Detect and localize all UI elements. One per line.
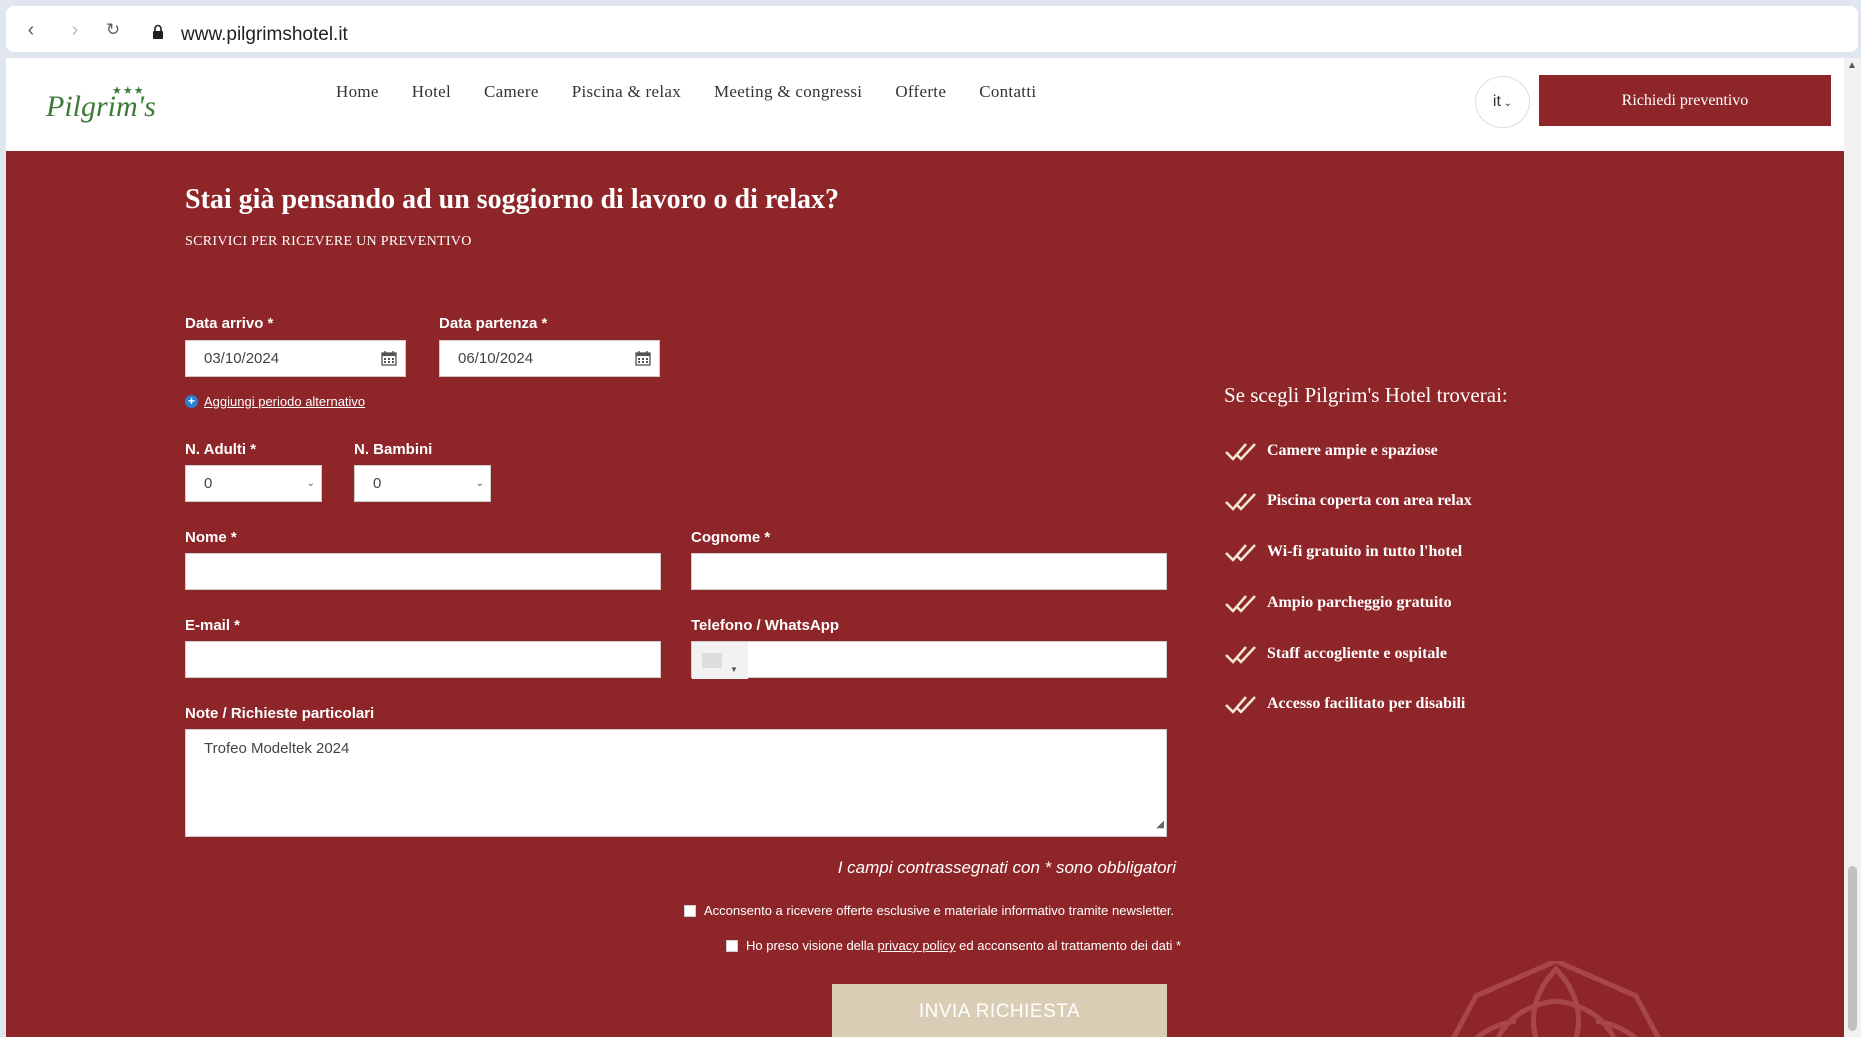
menu-item-camere[interactable]: Camere <box>484 82 539 102</box>
main-menu: Home Hotel Camere Piscina & relax Meetin… <box>336 82 1069 102</box>
name-label: Nome * <box>185 529 237 546</box>
privacy-prefix: Ho preso visione della <box>746 938 878 953</box>
double-check-icon <box>1225 595 1256 613</box>
country-code-selector[interactable]: ▼ <box>692 642 748 679</box>
newsletter-consent-row: Acconsento a ricevere offerte esclusive … <box>684 903 1174 918</box>
double-check-icon <box>1225 443 1256 461</box>
required-fields-note: I campi contrassegnati con * sono obblig… <box>837 858 1176 877</box>
submit-request-button[interactable]: INVIA RICHIESTA <box>832 984 1167 1037</box>
form-title: Stai già pensando ad un soggiorno di lav… <box>185 184 839 215</box>
language-selector[interactable]: it ⌄ <box>1475 76 1530 128</box>
adults-select[interactable]: 0 ⌄ <box>185 465 322 502</box>
children-select[interactable]: 0 ⌄ <box>354 465 491 502</box>
address-bar[interactable]: ‹ › ↻ www.pilgrimshotel.it <box>6 6 1858 52</box>
privacy-checkbox[interactable] <box>726 940 738 952</box>
benefit-label: Staff accogliente e ospitale <box>1267 645 1447 662</box>
benefit-item: Wi-fi gratuito in tutto l'hotel <box>1224 539 1624 569</box>
surname-label: Cognome * <box>691 529 771 546</box>
adults-value: 0 <box>204 475 213 492</box>
arrival-date-input[interactable]: 03/10/2024 <box>185 340 406 377</box>
phone-input[interactable]: ▼ <box>691 641 1167 679</box>
double-check-icon <box>1225 696 1256 714</box>
menu-item-meeting[interactable]: Meeting & congressi <box>714 82 862 102</box>
form-subtitle: SCRIVICI PER RICEVERE UN PREVENTIVO <box>185 234 472 249</box>
browser-chrome: ‹ › ↻ www.pilgrimshotel.it <box>0 0 1861 56</box>
benefit-label: Piscina coperta con area relax <box>1267 492 1472 509</box>
email-label: E-mail * <box>185 617 241 634</box>
privacy-consent-row: Ho preso visione della privacy policy ed… <box>726 938 1181 953</box>
benefits-title: Se scegli Pilgrim's Hotel troverai: <box>1224 383 1508 407</box>
chevron-down-icon: ⌄ <box>306 478 315 489</box>
benefit-label: Ampio parcheggio gratuito <box>1267 594 1452 611</box>
double-check-icon <box>1225 544 1256 562</box>
departure-label: Data partenza * <box>439 315 548 332</box>
flag-icon <box>702 653 722 668</box>
add-alternative-period-link[interactable]: + Aggiungi periodo alternativo <box>185 394 365 409</box>
add-alternative-period-label: Aggiungi periodo alternativo <box>204 394 366 409</box>
benefit-item: Accesso facilitato per disabili <box>1224 691 1624 721</box>
back-icon[interactable]: ‹ <box>20 19 42 41</box>
arrival-date-value: 03/10/2024 <box>204 350 280 367</box>
forward-icon[interactable]: › <box>64 19 86 41</box>
adults-label: N. Adulti * <box>185 441 257 458</box>
chevron-down-icon: ⌄ <box>475 478 484 489</box>
calendar-icon[interactable] <box>635 350 651 366</box>
hotel-logo[interactable]: ★★★ Pilgrim's <box>46 76 156 136</box>
double-check-icon <box>1225 493 1256 511</box>
surname-input[interactable] <box>691 553 1167 590</box>
lotus-decoration-icon <box>1451 961 1661 1037</box>
site-header: ★★★ Pilgrim's Home Hotel Camere Piscina … <box>6 58 1844 150</box>
url-text[interactable]: www.pilgrimshotel.it <box>181 24 348 46</box>
privacy-policy-link[interactable]: privacy policy <box>878 938 956 953</box>
plus-icon: + <box>185 395 198 408</box>
lock-icon <box>153 24 163 39</box>
departure-date-value: 06/10/2024 <box>458 350 534 367</box>
benefit-item: Staff accogliente e ospitale <box>1224 641 1624 671</box>
logo-text: Pilgrim's <box>46 90 156 123</box>
arrival-label: Data arrivo * <box>185 315 274 332</box>
benefit-label: Accesso facilitato per disabili <box>1267 695 1466 712</box>
notes-value: Trofeo Modeltek 2024 <box>204 740 350 757</box>
language-label: it <box>1492 93 1501 110</box>
benefit-item: Camere ampie e spaziose <box>1224 438 1624 468</box>
calendar-icon[interactable] <box>381 350 397 366</box>
reload-icon[interactable]: ↻ <box>102 19 124 41</box>
departure-date-input[interactable]: 06/10/2024 <box>439 340 660 377</box>
benefit-item: Ampio parcheggio gratuito <box>1224 590 1624 620</box>
newsletter-checkbox[interactable] <box>684 905 696 917</box>
request-quote-button[interactable]: Richiedi preventivo <box>1539 75 1831 126</box>
scrollbar-thumb[interactable] <box>1848 866 1857 1031</box>
children-label: N. Bambini <box>354 441 433 458</box>
menu-item-piscina[interactable]: Piscina & relax <box>572 82 681 102</box>
email-input[interactable] <box>185 641 661 678</box>
children-value: 0 <box>373 475 382 492</box>
website: ★★★ Pilgrim's Home Hotel Camere Piscina … <box>6 58 1844 1037</box>
resize-handle-icon[interactable]: ◢ <box>1156 816 1164 834</box>
benefit-label: Camere ampie e spaziose <box>1267 442 1438 459</box>
page-scrollbar[interactable]: ▲ <box>1844 58 1861 1037</box>
chevron-down-icon: ⌄ <box>1500 98 1513 109</box>
notes-label: Note / Richieste particolari <box>185 705 375 722</box>
newsletter-consent-text: Acconsento a ricevere offerte esclusive … <box>704 903 1175 918</box>
quote-section: Stai già pensando ad un soggiorno di lav… <box>6 151 1844 1037</box>
benefit-label: Wi-fi gratuito in tutto l'hotel <box>1267 543 1463 560</box>
menu-item-offerte[interactable]: Offerte <box>895 82 946 102</box>
scroll-up-arrow-icon[interactable]: ▲ <box>1847 60 1857 71</box>
caret-down-icon: ▼ <box>730 665 738 674</box>
double-check-icon <box>1225 646 1256 664</box>
benefit-item: Piscina coperta con area relax <box>1224 488 1624 518</box>
notes-textarea[interactable]: Trofeo Modeltek 2024 ◢ <box>185 729 1167 837</box>
phone-label: Telefono / WhatsApp <box>691 617 840 634</box>
menu-item-contatti[interactable]: Contatti <box>979 82 1036 102</box>
name-input[interactable] <box>185 553 661 590</box>
menu-item-hotel[interactable]: Hotel <box>412 82 451 102</box>
menu-item-home[interactable]: Home <box>336 82 379 102</box>
privacy-suffix: ed acconsento al trattamento dei dati * <box>955 938 1182 953</box>
